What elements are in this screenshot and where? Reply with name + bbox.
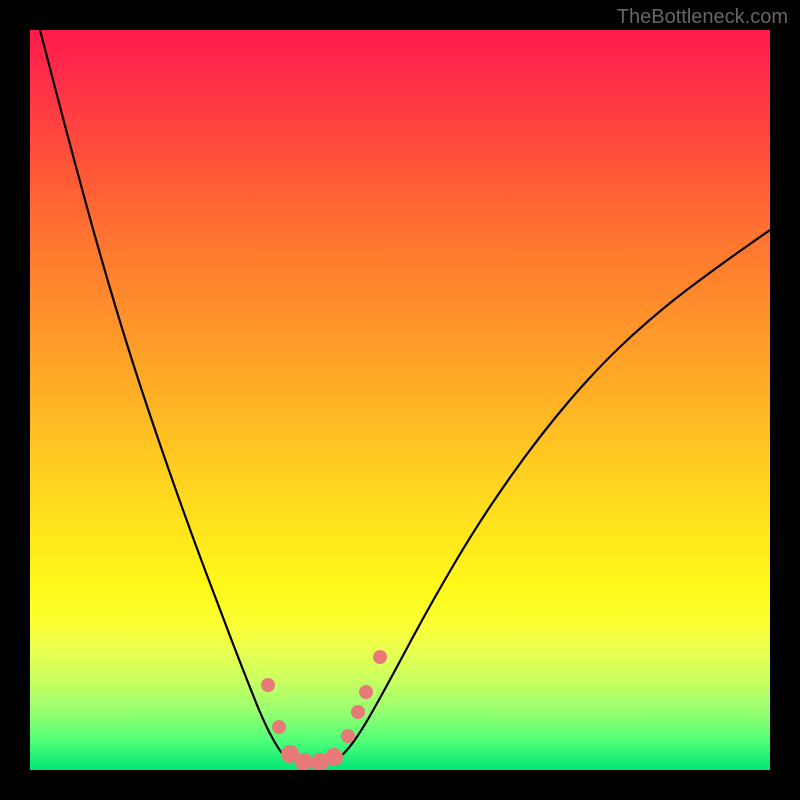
trough-marker — [325, 748, 343, 766]
plot-area — [30, 30, 770, 770]
trough-marker — [261, 678, 275, 692]
trough-marker — [373, 650, 387, 664]
trough-marker — [272, 720, 286, 734]
v-curve — [40, 30, 770, 762]
watermark-text: TheBottleneck.com — [617, 6, 788, 29]
curve-group — [40, 30, 770, 762]
curve-layer — [30, 30, 770, 770]
trough-marker — [341, 729, 355, 743]
trough-marker — [351, 705, 365, 719]
trough-marker — [359, 685, 373, 699]
